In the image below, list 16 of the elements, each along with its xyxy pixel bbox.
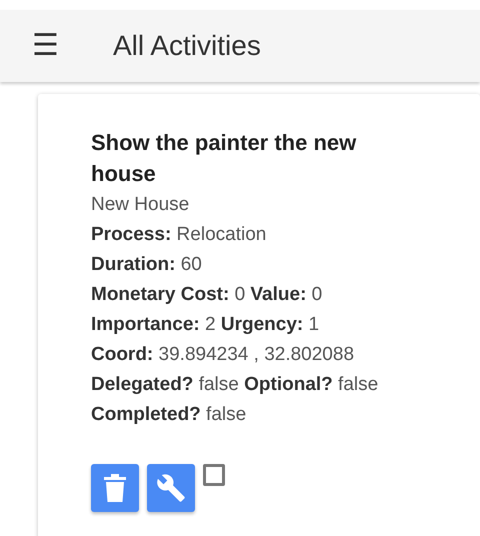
detail-line: Delegated? false Optional? false bbox=[91, 372, 380, 397]
detail-line: Coord: 39.894234 , 32.802088 bbox=[91, 342, 356, 367]
detail-line: Monetary Cost: 0 Value: 0 bbox=[91, 282, 324, 307]
completed-checkbox[interactable] bbox=[203, 464, 225, 486]
detail-line: Process: Relocation bbox=[91, 222, 268, 247]
detail-line: Duration: 60 bbox=[91, 252, 203, 277]
delete-button[interactable] bbox=[91, 464, 139, 512]
edit-button[interactable] bbox=[147, 464, 195, 512]
wrench-icon bbox=[156, 472, 186, 503]
activity-title: Show the painter the new house bbox=[91, 129, 358, 188]
trash-icon bbox=[104, 474, 126, 502]
page-title: All Activities bbox=[113, 29, 261, 63]
detail-line: Importance: 2 Urgency: 1 bbox=[91, 312, 320, 337]
activity-subtitle: New House bbox=[91, 192, 190, 217]
detail-line: Completed? false bbox=[91, 402, 248, 427]
menu-icon[interactable]: ☰ bbox=[32, 31, 66, 61]
